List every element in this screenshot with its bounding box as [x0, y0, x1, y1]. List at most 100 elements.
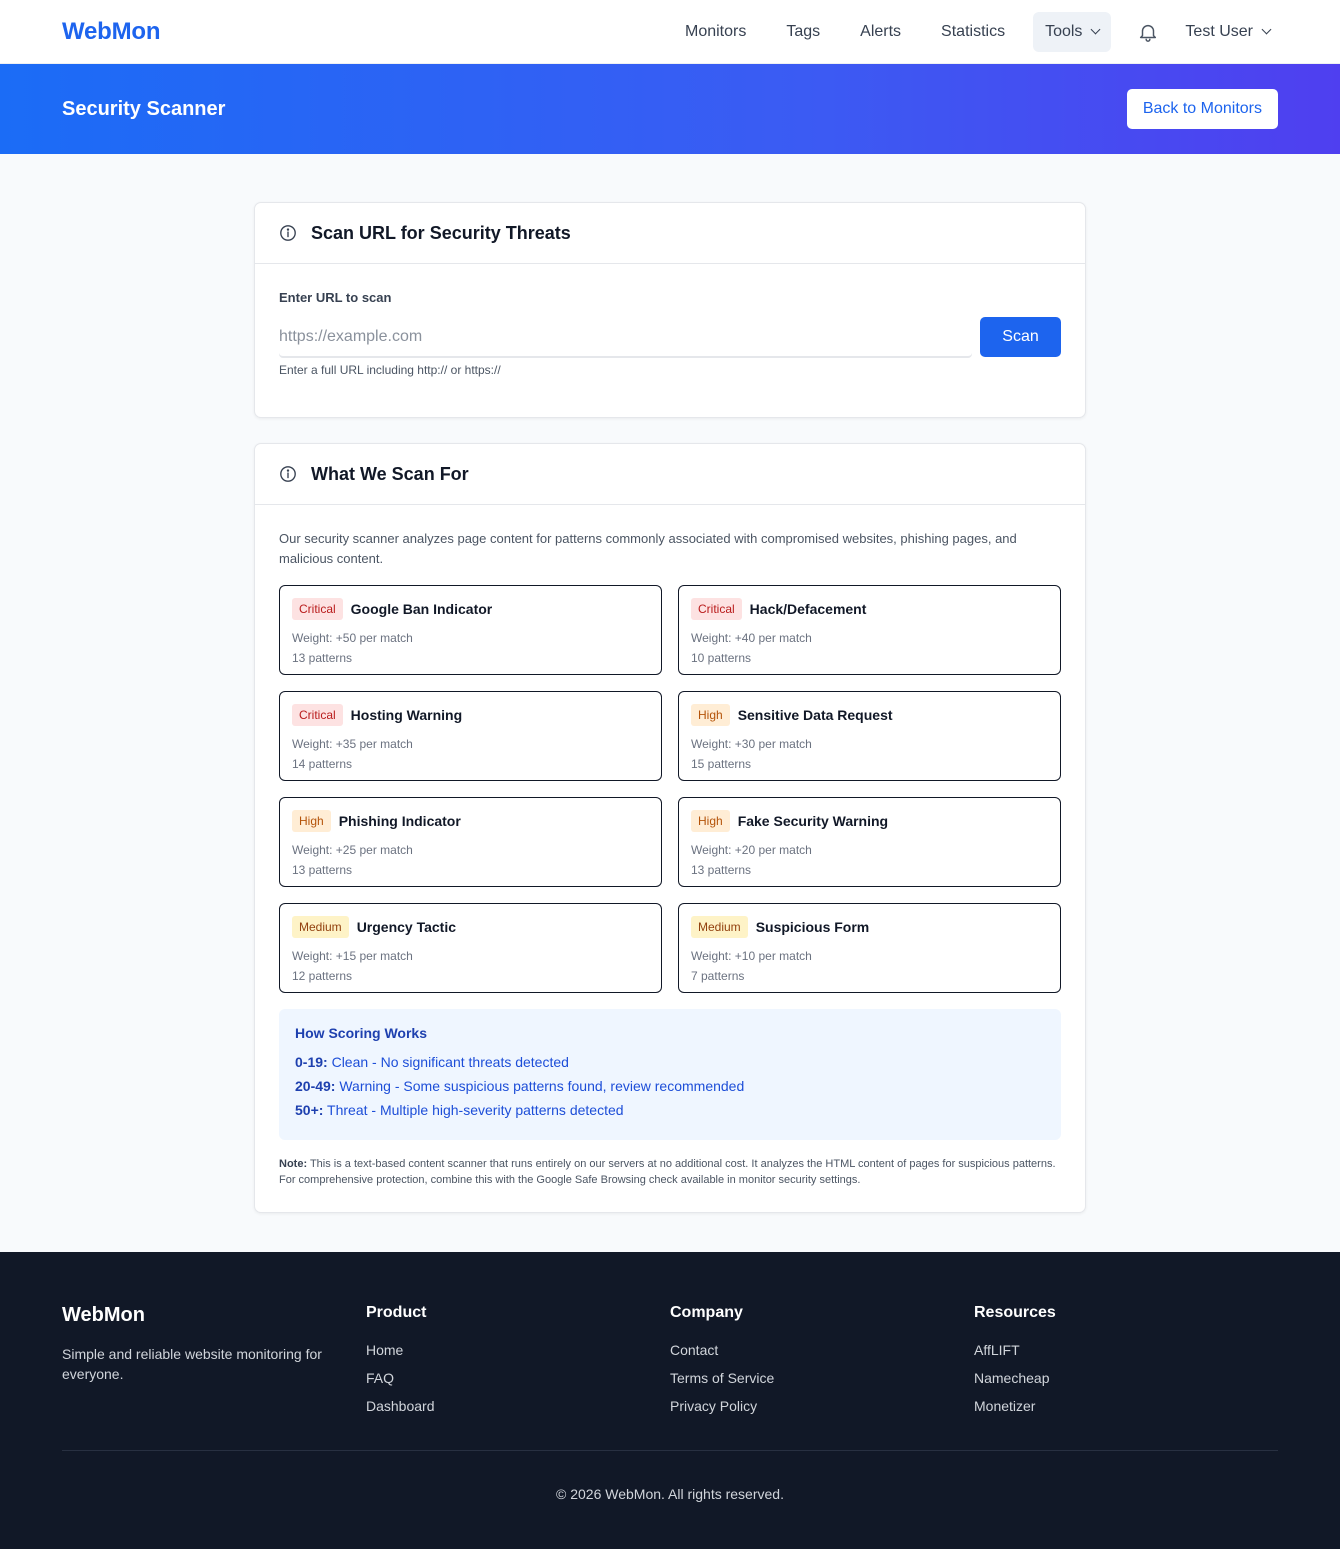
footer-heading: Resources — [974, 1304, 1056, 1321]
category-name: Phishing Indicator — [338, 813, 461, 829]
category-patterns: 10 patterns — [691, 651, 752, 665]
what-we-scan-card: What We Scan For Our security scanner an… — [254, 443, 1086, 1213]
category-weight: Weight: +25 per match — [292, 843, 413, 857]
category-name: Urgency Tactic — [356, 919, 457, 935]
category-name: Sensitive Data Request — [737, 707, 893, 723]
info-icon — [279, 224, 297, 242]
category-name: Suspicious Form — [755, 919, 870, 935]
scoring-title: How Scoring Works — [295, 1025, 427, 1041]
category-weight: Weight: +35 per match — [292, 737, 413, 751]
nav-link-alerts[interactable]: Alerts — [860, 23, 901, 41]
category-patterns: 13 patterns — [292, 651, 353, 665]
severity-badge: Critical — [292, 704, 343, 726]
url-input[interactable] — [279, 317, 972, 357]
category-name: Hack/Defacement — [749, 601, 867, 617]
nav-link-tags[interactable]: Tags — [786, 23, 820, 41]
severity-badge: High — [292, 810, 331, 832]
footer-link-privacy[interactable]: Privacy Policy — [670, 1398, 974, 1415]
category-card: Critical Google Ban Indicator Weight: +50… — [279, 585, 662, 675]
category-card: Critical Hack/Defacement Weight: +40 per … — [678, 585, 1061, 675]
severity-badge: Critical — [292, 598, 343, 620]
top-navbar: WebMon Monitors Tags Alerts Statistics T… — [0, 0, 1340, 64]
category-name: Google Ban Indicator — [350, 601, 493, 617]
footer-divider — [62, 1450, 1278, 1451]
scoring-info-box: How Scoring Works 0-19: Clean - No signi… — [279, 1009, 1061, 1140]
card-header: Scan URL for Security Threats — [255, 203, 1085, 264]
category-weight: Weight: +50 per match — [292, 631, 413, 645]
severity-badge: High — [691, 704, 730, 726]
category-weight: Weight: +40 per match — [691, 631, 812, 645]
nav-link-monitors[interactable]: Monitors — [685, 23, 746, 41]
category-card: Critical Hosting Warning Weight: +35 per … — [279, 691, 662, 781]
copyright: © 2026 WebMon. All rights reserved. — [556, 1486, 784, 1502]
score-range: 50+: — [295, 1102, 324, 1118]
category-patterns: 13 patterns — [292, 863, 353, 877]
footer-columns: WebMon Simple and reliable website monit… — [62, 1300, 1278, 1426]
category-patterns: 15 patterns — [691, 757, 752, 771]
back-to-monitors-button[interactable]: Back to Monitors — [1126, 89, 1278, 129]
category-card: Medium Suspicious Form Weight: +10 per ma… — [678, 903, 1061, 993]
footer-link-namecheap[interactable]: Namecheap — [974, 1370, 1278, 1387]
page-title: Security Scanner — [62, 97, 226, 120]
footer-tagline: Simple and reliable website monitoring f… — [62, 1346, 322, 1382]
footer-column-resources: Resources AffLIFT Namecheap Monetizer — [974, 1300, 1278, 1426]
main-content: Scan URL for Security Threats Enter URL … — [254, 202, 1086, 1213]
url-input-row: Scan — [279, 317, 1061, 357]
scan-form: Enter URL to scan Scan Enter a full URL … — [255, 264, 1085, 417]
note-label: Note: — [279, 1158, 308, 1170]
category-grid: Critical Google Ban Indicator Weight: +50… — [279, 585, 1061, 993]
nav-menu: Monitors Tags Alerts Statistics Tools Te… — [685, 11, 1278, 52]
category-card: High Fake Security Warning Weight: +20 pe… — [678, 797, 1061, 887]
footer-link-home[interactable]: Home — [366, 1342, 670, 1359]
scan-url-card: Scan URL for Security Threats Enter URL … — [254, 202, 1086, 418]
footer-link-dashboard[interactable]: Dashboard — [366, 1398, 670, 1415]
user-menu[interactable]: Test User — [1185, 22, 1272, 41]
score-line-warning: 20-49: Warning - Some suspicious pattern… — [295, 1074, 1045, 1098]
category-weight: Weight: +30 per match — [691, 737, 812, 751]
url-help-text: Enter a full URL including http:// or ht… — [279, 363, 501, 377]
card-header: What We Scan For — [255, 444, 1085, 505]
bell-icon[interactable] — [1137, 21, 1159, 43]
footer-link-contact[interactable]: Contact — [670, 1342, 974, 1359]
footer-brand: WebMon — [62, 1304, 145, 1326]
score-line-threat: 50+: Threat - Multiple high-severity pat… — [295, 1098, 1045, 1122]
footer-heading: Company — [670, 1304, 743, 1321]
category-weight: Weight: +15 per match — [292, 949, 413, 963]
category-card: Medium Urgency Tactic Weight: +15 per mat… — [279, 903, 662, 993]
footer-column-company: Company Contact Terms of Service Privacy… — [670, 1300, 974, 1426]
brand-logo[interactable]: WebMon — [62, 18, 161, 46]
footer-link-afflift[interactable]: AffLIFT — [974, 1342, 1278, 1359]
category-patterns: 7 patterns — [691, 969, 745, 983]
chevron-down-icon — [1261, 24, 1272, 35]
severity-badge: High — [691, 810, 730, 832]
category-weight: Weight: +20 per match — [691, 843, 812, 857]
footer-brand-column: WebMon Simple and reliable website monit… — [62, 1300, 366, 1426]
category-weight: Weight: +10 per match — [691, 949, 812, 963]
tools-dropdown[interactable]: Tools — [1033, 11, 1112, 52]
category-name: Fake Security Warning — [737, 813, 889, 829]
score-range: 20-49: — [295, 1078, 336, 1094]
info-icon — [279, 465, 297, 483]
scanner-note: Note: This is a text-based content scann… — [279, 1156, 1061, 1188]
score-range: 0-19: — [295, 1054, 328, 1070]
category-patterns: 13 patterns — [691, 863, 752, 877]
nav-link-statistics[interactable]: Statistics — [941, 23, 1005, 41]
scan-button[interactable]: Scan — [980, 317, 1061, 357]
footer-link-terms[interactable]: Terms of Service — [670, 1370, 974, 1387]
site-footer: WebMon Simple and reliable website monit… — [0, 1252, 1340, 1549]
intro-text: Our security scanner analyzes page conte… — [279, 531, 1017, 566]
footer-link-faq[interactable]: FAQ — [366, 1370, 670, 1387]
card-title: Scan URL for Security Threats — [311, 222, 571, 243]
user-name: Test User — [1185, 22, 1253, 40]
note-text: This is a text-based content scanner tha… — [279, 1158, 1056, 1186]
category-patterns: 14 patterns — [292, 757, 353, 771]
severity-badge: Medium — [292, 916, 349, 938]
chevron-down-icon — [1090, 24, 1101, 35]
footer-link-monetizer[interactable]: Monetizer — [974, 1398, 1278, 1415]
page-header: Security Scanner Back to Monitors — [0, 64, 1340, 154]
severity-badge: Critical — [691, 598, 742, 620]
footer-column-product: Product Home FAQ Dashboard — [366, 1300, 670, 1426]
score-description: Warning - Some suspicious patterns found… — [335, 1078, 745, 1094]
scan-categories-section: Our security scanner analyzes page conte… — [255, 505, 1085, 1212]
category-card: High Phishing Indicator Weight: +25 per m… — [279, 797, 662, 887]
